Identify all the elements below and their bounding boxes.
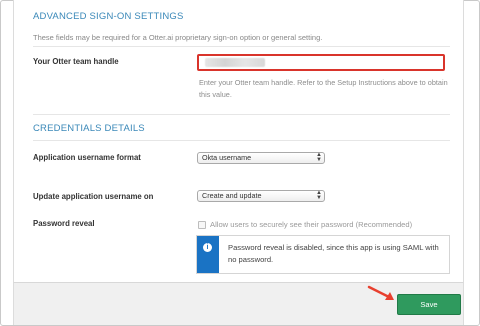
info-icon: i (203, 243, 212, 252)
divider (33, 114, 450, 115)
update-on-select[interactable]: Create and update ▲ ▼ (197, 190, 325, 202)
advanced-sign-on-description: These fields may be required for a Otter… (33, 33, 323, 42)
advanced-sign-on-title: ADVANCED SIGN-ON SETTINGS (33, 11, 184, 22)
update-on-label: Update application username on (33, 192, 154, 201)
password-reveal-info-box: i Password reveal is disabled, since thi… (196, 235, 450, 274)
divider (33, 140, 450, 141)
credentials-title: CREDENTIALS DETAILS (33, 123, 145, 134)
password-reveal-checkbox-label: Allow users to securely see their passwo… (210, 220, 413, 229)
team-handle-blurred-value (205, 58, 265, 67)
team-handle-help: Enter your Otter team handle. Refer to t… (199, 78, 448, 99)
password-reveal-info-message: Password reveal is disabled, since this … (228, 243, 439, 264)
username-format-select[interactable]: Okta username ▲ ▼ (197, 152, 325, 164)
annotation-arrow-icon (367, 285, 394, 300)
password-reveal-checkbox[interactable] (198, 221, 206, 229)
team-handle-label: Your Otter team handle (33, 57, 119, 66)
updown-arrows-icon: ▲ ▼ (316, 152, 322, 163)
username-format-label: Application username format (33, 153, 141, 162)
info-strip: i (197, 236, 219, 273)
updown-arrows-icon: ▲ ▼ (316, 190, 322, 201)
save-button[interactable]: Save (397, 294, 461, 315)
username-format-value: Okta username (202, 153, 252, 162)
divider (33, 46, 450, 47)
password-reveal-label: Password reveal (33, 219, 95, 228)
update-on-value: Create and update (202, 191, 262, 200)
team-handle-input[interactable] (197, 54, 445, 71)
